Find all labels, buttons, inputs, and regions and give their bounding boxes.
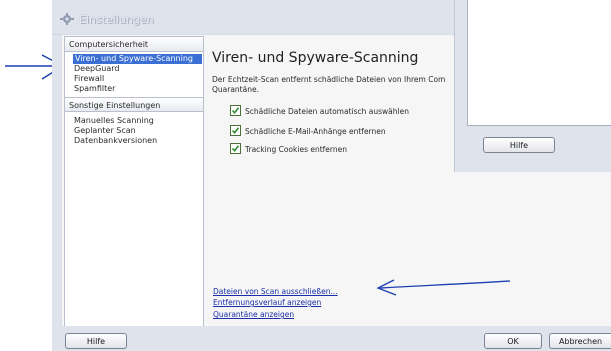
link-quarantine[interactable]: Quarantäne anzeigen: [213, 310, 294, 319]
nav-item-firewall[interactable]: Firewall: [74, 74, 104, 84]
content-description: Der Echtzeit-Scan entfernt schädliche Da…: [212, 75, 446, 94]
window-title: Einstellungen: [79, 13, 154, 26]
option-remove-email-attachments[interactable]: Schädliche E-Mail-Anhänge entfernen: [230, 125, 386, 137]
nav-header-sonstige-einstellungen: Sonstige Einstellungen: [65, 97, 203, 112]
nav-item-deepguard[interactable]: DeepGuard: [74, 64, 119, 74]
settings-nav: Computersicherheit Viren- und Spyware-Sc…: [64, 36, 204, 328]
option-label: Schädliche Dateien automatisch auswählen: [245, 107, 409, 116]
option-label: Schädliche E-Mail-Anhänge entfernen: [245, 127, 386, 136]
checkbox-checked-icon[interactable]: [230, 125, 241, 136]
help-button[interactable]: Hilfe: [65, 333, 127, 349]
nav-item-viren-spyware-scanning[interactable]: Viren- und Spyware-Scanning: [73, 54, 202, 64]
checkbox-checked-icon[interactable]: [230, 143, 241, 154]
dialog-help-button[interactable]: Hilfe: [483, 137, 555, 153]
annotation-arrow-links: [376, 279, 511, 296]
dialog-content-area: [467, 0, 611, 126]
option-label: Tracking Cookies entfernen: [245, 145, 347, 154]
link-removal-history[interactable]: Entfernungsverlauf anzeigen: [213, 298, 321, 307]
link-exclude-files[interactable]: Dateien von Scan ausschließen...: [213, 287, 338, 296]
gear-icon: [60, 13, 74, 25]
footer-bar: Hilfe OK Abbrechen: [52, 326, 611, 351]
ok-button[interactable]: OK: [484, 333, 542, 349]
page-title: Viren- und Spyware-Scanning: [212, 50, 419, 66]
cancel-button[interactable]: Abbrechen: [549, 333, 611, 349]
nav-header-computersicherheit: Computersicherheit: [65, 37, 203, 52]
nav-item-geplanter-scan[interactable]: Geplanter Scan: [74, 126, 136, 136]
overlapping-dialog: Hilfe: [454, 0, 611, 172]
option-auto-select-malicious[interactable]: Schädliche Dateien automatisch auswählen: [230, 105, 409, 117]
option-remove-tracking-cookies[interactable]: Tracking Cookies entfernen: [230, 143, 347, 155]
checkbox-checked-icon[interactable]: [230, 105, 241, 116]
nav-item-datenbankversionen[interactable]: Datenbankversionen: [74, 136, 157, 146]
nav-item-manuelles-scanning[interactable]: Manuelles Scanning: [74, 116, 154, 126]
nav-item-spamfilter[interactable]: Spamfilter: [74, 84, 115, 94]
